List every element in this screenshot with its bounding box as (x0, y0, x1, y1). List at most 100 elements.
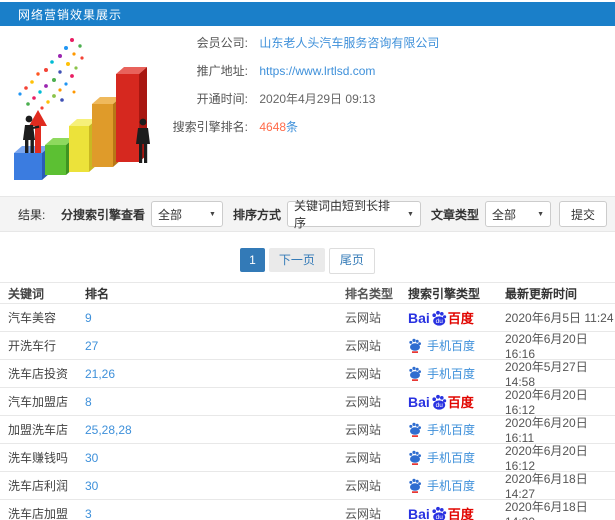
mobile-baidu-label: 手机百度 (427, 451, 476, 465)
growth-chart-illustration (14, 38, 150, 180)
svg-text:du: du (435, 514, 443, 520)
baidu-logo-cn-text: 百度 (447, 311, 474, 326)
baidu-paw-icon: du (432, 506, 446, 520)
rank-link[interactable]: 25,28,28 (85, 423, 345, 437)
rank-type-cell: 云网站 (345, 507, 382, 520)
rank-type-cell: 云网站 (345, 367, 382, 381)
engine-filter-label: 分搜索引擎查看 (60, 207, 145, 222)
results-label: 结果: (18, 207, 46, 222)
table-row: 加盟洗车店 25,28,28 云网站 手机百度 2020年6月20日 16:11 (0, 416, 615, 445)
engine-cell: 手机百度 (408, 365, 505, 382)
pagination: 1 下一页 尾页 (0, 248, 615, 274)
mobile-baidu-paw-icon (409, 478, 421, 493)
engine-rank-value: 4648条 (259, 120, 298, 134)
rank-type-cell: 云网站 (345, 423, 382, 437)
open-time-row: 开通时间: 2020年4月29日 09:13 (164, 91, 615, 107)
update-time-cell: 2020年6月20日 16:11 (505, 416, 588, 445)
filter-bar: 结果: 分搜索引擎查看 全部 ▼ 排序方式 关键词由短到长排序 ▼ 文章类型 全… (0, 196, 615, 232)
promo-url-row: 推广地址: https://www.lrtlsd.com (164, 63, 615, 79)
chevron-down-icon: ▼ (537, 210, 544, 218)
mobile-baidu-label: 手机百度 (427, 479, 476, 493)
baidu-logo: Bai du 百度 (408, 506, 474, 520)
table-body: 汽车美容 9 云网站 Bai du 百度 2020年6月5日 11:24 开洗车… (0, 304, 615, 520)
engine-cell: 手机百度 (408, 477, 505, 494)
engine-cell: 手机百度 (408, 421, 505, 438)
baidu-paw-icon: du (432, 394, 446, 410)
rank-link[interactable]: 30 (85, 451, 345, 465)
table-row: 汽车加盟店 8 云网站 Bai du 百度 2020年6月20日 16:12 (0, 388, 615, 417)
article-type-value: 全部 (492, 207, 517, 222)
table-row: 汽车美容 9 云网站 Bai du 百度 2020年6月5日 11:24 (0, 304, 615, 332)
rank-count: 4648 (259, 120, 287, 134)
search-engine-filter-select[interactable]: 全部 ▼ (150, 201, 223, 227)
next-page-button[interactable]: 下一页 (268, 248, 325, 272)
mobile-baidu-label: 手机百度 (427, 367, 476, 381)
table-row: 洗车店利润 30 云网站 手机百度 2020年6月18日 14:27 (0, 472, 615, 501)
submit-button[interactable]: 提交 (559, 201, 607, 227)
table-row: 开洗车行 27 云网站 手机百度 2020年6月20日 16:16 (0, 332, 615, 361)
mobile-baidu-paw-icon (409, 338, 421, 353)
header-rank-type: 排名类型 (345, 286, 394, 301)
sort-order-select[interactable]: 关键词由短到长排序 ▼ (286, 199, 421, 230)
article-type-label: 文章类型 (430, 207, 479, 222)
update-time-cell: 2020年6月18日 14:27 (505, 472, 588, 501)
engine-cell: 手机百度 (408, 337, 505, 354)
mobile-baidu-paw-icon (409, 450, 421, 465)
member-company-link[interactable]: 山东老人头汽车服务咨询有限公司 (259, 36, 439, 50)
rank-link[interactable]: 9 (85, 311, 345, 325)
sort-order-label: 排序方式 (232, 207, 281, 222)
table-row: 洗车店投资 21,26 云网站 手机百度 2020年5月27日 14:58 (0, 360, 615, 389)
engine-cell: 手机百度 (408, 449, 505, 466)
mobile-baidu-logo: 手机百度 (408, 477, 475, 494)
filter-controls: 分搜索引擎查看 全部 ▼ 排序方式 关键词由短到长排序 ▼ 文章类型 全部 ▼ … (51, 199, 607, 230)
rank-link[interactable]: 27 (85, 339, 345, 353)
baidu-logo-bai-text: Bai (408, 310, 430, 326)
chevron-down-icon: ▼ (407, 210, 414, 218)
chevron-down-icon: ▼ (209, 210, 216, 218)
mobile-baidu-paw-icon (409, 422, 421, 437)
rank-type-cell: 云网站 (345, 451, 382, 465)
mobile-baidu-logo: 手机百度 (408, 421, 475, 438)
rank-type-cell: 云网站 (345, 339, 382, 353)
baidu-logo-cn-text: 百度 (447, 507, 474, 520)
rank-link[interactable]: 30 (85, 479, 345, 493)
baidu-logo-cn-text: 百度 (447, 395, 474, 410)
mobile-baidu-logo: 手机百度 (408, 365, 475, 382)
header-rank: 排名 (85, 286, 110, 301)
engine-cell: Bai du 百度 (408, 394, 505, 410)
mobile-baidu-label: 手机百度 (427, 339, 476, 353)
rank-type-cell: 云网站 (345, 311, 382, 325)
table-row: 洗车赚钱吗 30 云网站 手机百度 2020年6月20日 16:12 (0, 444, 615, 473)
engine-filter-value: 全部 (157, 207, 182, 222)
results-table: 关键词 排名 排名类型 搜索引擎类型 最新更新时间 汽车美容 9 云网站 Bai… (0, 282, 615, 520)
update-time-cell: 2020年6月20日 16:12 (505, 388, 588, 417)
keyword-cell: 洗车店投资 (8, 367, 69, 381)
baidu-logo: Bai du 百度 (408, 394, 474, 410)
update-time-cell: 2020年5月27日 14:58 (505, 360, 588, 389)
rank-link[interactable]: 3 (85, 507, 345, 520)
rank-link[interactable]: 8 (85, 395, 345, 409)
mobile-baidu-logo: 手机百度 (408, 449, 475, 466)
member-company-row: 会员公司: 山东老人头汽车服务咨询有限公司 (164, 35, 615, 51)
confetti-dots (18, 38, 84, 110)
summary-section: 会员公司: 山东老人头汽车服务咨询有限公司 推广地址: https://www.… (0, 26, 615, 196)
page: 网络营销效果展示 会员公司: 山东老人头汽车服务咨询有限公司 推广地址: htt… (0, 0, 615, 520)
keyword-cell: 洗车店加盟 (8, 507, 69, 520)
keyword-cell: 开洗车行 (8, 339, 57, 353)
page-1-button[interactable]: 1 (240, 248, 265, 272)
header-keyword: 关键词 (8, 286, 45, 301)
article-type-select[interactable]: 全部 ▼ (485, 201, 551, 227)
last-page-button[interactable]: 尾页 (328, 248, 375, 274)
keyword-cell: 汽车美容 (8, 311, 57, 325)
engine-cell: Bai du 百度 (408, 310, 505, 326)
keyword-cell: 加盟洗车店 (8, 423, 69, 437)
promo-url-link[interactable]: https://www.lrtlsd.com (259, 64, 375, 78)
baidu-paw-icon: du (432, 310, 446, 326)
page-header: 网络营销效果展示 (0, 2, 615, 26)
rank-link[interactable]: 21,26 (85, 367, 345, 381)
mobile-baidu-label: 手机百度 (427, 423, 476, 437)
update-time-cell: 2020年6月20日 16:12 (505, 444, 588, 473)
baidu-logo-bai-text: Bai (408, 394, 430, 410)
bar-red (116, 67, 147, 162)
page-title: 网络营销效果展示 (18, 7, 123, 22)
